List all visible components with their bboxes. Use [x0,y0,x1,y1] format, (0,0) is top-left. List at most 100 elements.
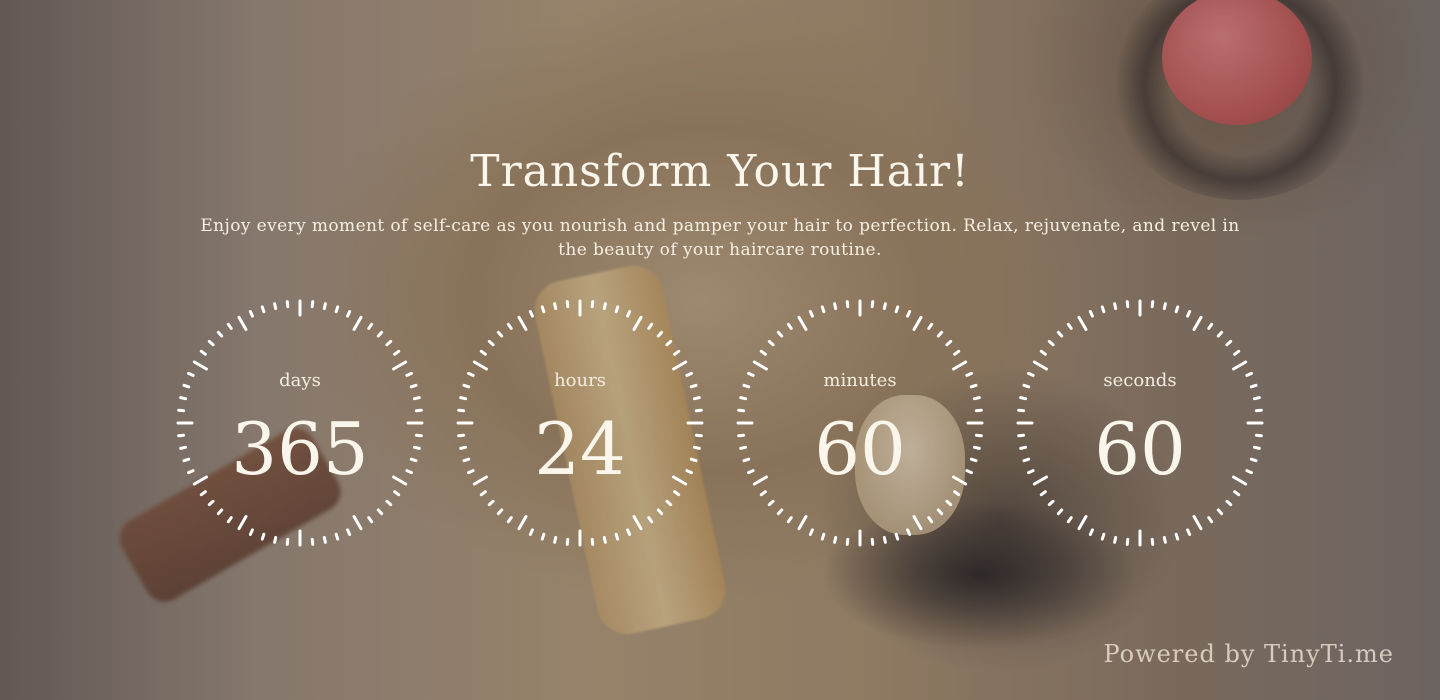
dial-minor-tick [496,330,504,338]
dial-minor-tick [207,339,215,347]
dial-minor-tick [285,537,290,546]
dial-minor-tick [216,508,224,516]
dial-minor-tick [1186,310,1192,318]
dial-minor-tick [1162,302,1167,311]
dial-minor-tick [1186,528,1192,536]
dial-minor-tick [1019,396,1028,401]
dial-minor-tick [260,305,266,314]
dial-major-tick [237,515,248,531]
dial-minor-tick [945,499,953,507]
dial-minor-tick [927,322,934,330]
dial-minor-tick [759,349,767,356]
powered-by-link[interactable]: Powered by TinyTi.me [1103,640,1394,668]
dial-minor-tick [376,330,384,338]
countdown-value: 60 [1094,407,1186,491]
dial-major-tick [672,360,688,371]
dial-minor-tick [647,516,654,524]
dial-minor-tick [322,302,327,311]
dial-minor-tick [1233,349,1241,356]
dial-minor-tick [614,305,620,314]
dial-minor-tick [767,339,775,347]
dial-minor-tick [199,349,207,356]
dial-minor-tick [310,537,315,546]
dial-minor-tick [1056,330,1064,338]
dial-minor-tick [665,499,673,507]
dial-minor-tick [479,349,487,356]
dial-minor-tick [216,330,224,338]
dial-minor-tick [393,349,401,356]
dial-minor-tick [1100,532,1106,541]
countdown-label: hours [554,370,606,391]
dial-minor-tick [1113,535,1118,544]
dial-minor-tick [334,532,340,541]
dial-minor-tick [626,528,632,536]
dial-minor-tick [656,330,664,338]
dial-major-tick [1192,515,1203,531]
dial-minor-tick [487,339,495,347]
dial-major-tick [352,315,363,331]
page-title: Transform Your Hair! [470,146,970,197]
dial-minor-tick [665,339,673,347]
dial-minor-tick [1207,516,1214,524]
dial-minor-tick [1216,330,1224,338]
dial-major-tick [952,360,968,371]
countdown-value: 60 [814,407,906,491]
dial-minor-tick [1088,528,1094,536]
dial-major-tick [192,360,208,371]
dial-major-tick [517,515,528,531]
dial-major-tick [797,315,808,331]
dial-minor-tick [1150,300,1155,309]
dial-minor-tick [833,535,838,544]
dial-minor-tick [845,537,850,546]
dial-minor-tick [1113,302,1118,311]
dial-minor-tick [1066,322,1073,330]
dial-minor-tick [1150,537,1155,546]
countdown-days: days 365 [175,298,425,548]
dial-major-tick [1077,515,1088,531]
dial-minor-tick [1066,516,1073,524]
dial-minor-tick [656,508,664,516]
dial-minor-tick [506,516,513,524]
dial-minor-tick [226,322,233,330]
dial-minor-tick [1039,349,1047,356]
dial-minor-tick [310,300,315,309]
dial-minor-tick [285,300,290,309]
dial-minor-tick [906,310,912,318]
dial-major-tick [797,515,808,531]
dial-minor-tick [945,339,953,347]
dial-major-tick [517,315,528,331]
countdown-value: 365 [231,407,369,491]
dial-major-tick [912,315,923,331]
dial-minor-tick [1162,535,1167,544]
dial-minor-tick [1216,508,1224,516]
dial-minor-tick [322,535,327,544]
countdown-label: days [279,370,321,391]
dial-minor-tick [367,322,374,330]
dial-major-tick [1192,315,1203,331]
dial-minor-tick [673,349,681,356]
dial-minor-tick [1047,499,1055,507]
dial-minor-tick [553,535,558,544]
dial-major-tick [752,360,768,371]
dial-minor-tick [1100,305,1106,314]
dial-minor-tick [1056,508,1064,516]
dial-minor-tick [540,305,546,314]
dial-minor-tick [808,528,814,536]
dial-minor-tick [487,499,495,507]
dial-minor-tick [179,396,188,401]
dial-minor-tick [692,396,701,401]
dial-minor-tick [334,305,340,314]
dial-minor-tick [936,330,944,338]
countdown-minutes: minutes 60 [735,298,985,548]
dial-minor-tick [590,300,595,309]
dial-major-tick [472,360,488,371]
dial-minor-tick [506,322,513,330]
dial-major-tick [392,360,408,371]
dial-minor-tick [248,310,254,318]
dial-major-tick [1077,315,1088,331]
dial-minor-tick [786,516,793,524]
dial-minor-tick [226,516,233,524]
countdown-seconds: seconds 60 [1015,298,1265,548]
dial-minor-tick [626,310,632,318]
dial-minor-tick [1207,322,1214,330]
